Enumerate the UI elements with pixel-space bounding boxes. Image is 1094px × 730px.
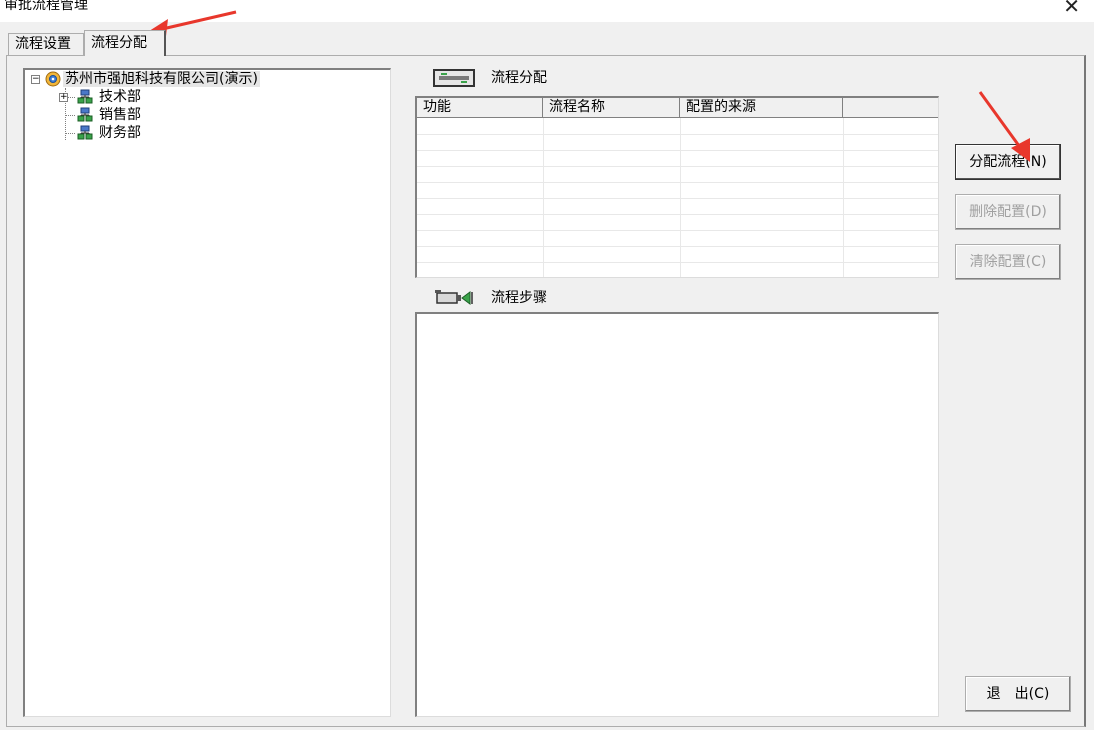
tree-node-label: 苏州市强旭科技有限公司(演示) [63,71,260,87]
department-icon [77,107,93,122]
delete-config-button[interactable]: 删除配置(D) [955,194,1061,230]
tree-node-department[interactable]: 销售部 [99,106,141,124]
column-header[interactable] [843,98,938,117]
column-header[interactable]: 配置的来源 [680,98,843,117]
tree-node-root[interactable]: 苏州市强旭科技有限公司(演示) [63,70,260,88]
assignment-heading: 流程分配 [491,70,547,86]
grid-line [417,166,938,167]
assignment-icon [433,69,475,87]
tab-process-assignment[interactable]: 流程分配 [84,30,166,56]
tree-node-department[interactable]: 财务部 [99,124,141,142]
exit-button[interactable]: 退 出(C) [965,676,1071,712]
grid-line [417,230,938,231]
title-bar: 审批流程管理 ✕ [0,0,1094,24]
tab-panel: − 苏州市强旭科技有限公司(演示) + 技术部 销售部 财务部 流程分配 功能 … [6,55,1086,727]
grid-line [417,262,938,263]
expand-icon[interactable]: + [59,93,68,102]
grid-line [417,198,938,199]
clear-config-button[interactable]: 清除配置(C) [955,244,1061,280]
camera-icon [435,290,473,305]
department-icon [77,125,93,140]
grid-line [417,182,938,183]
table-header: 功能 流程名称 配置的来源 [417,98,938,118]
org-tree[interactable]: − 苏州市强旭科技有限公司(演示) + 技术部 销售部 财务部 [23,68,391,717]
steps-heading: 流程步骤 [491,290,547,306]
grid-line [417,214,938,215]
close-icon[interactable]: ✕ [1063,0,1080,16]
organization-icon [45,71,61,87]
column-header[interactable]: 流程名称 [543,98,680,117]
department-icon [77,89,93,104]
collapse-icon[interactable]: − [31,75,40,84]
tree-node-department[interactable]: 技术部 [99,88,141,106]
tree-connector [65,133,75,134]
tree-connector [65,115,75,116]
assignment-table[interactable]: 功能 流程名称 配置的来源 [415,96,939,278]
column-header[interactable]: 功能 [417,98,543,117]
process-steps-area[interactable] [415,312,939,717]
tab-process-settings[interactable]: 流程设置 [8,33,84,55]
grid-line [417,134,938,135]
window-title: 审批流程管理 [4,0,88,13]
dialog-body: 流程设置 流程分配 − 苏州市强旭科技有限公司(演示) + 技术部 销售部 财务… [0,22,1094,730]
grid-line [417,246,938,247]
grid-line [417,150,938,151]
assign-process-button[interactable]: 分配流程(N) [955,144,1061,180]
